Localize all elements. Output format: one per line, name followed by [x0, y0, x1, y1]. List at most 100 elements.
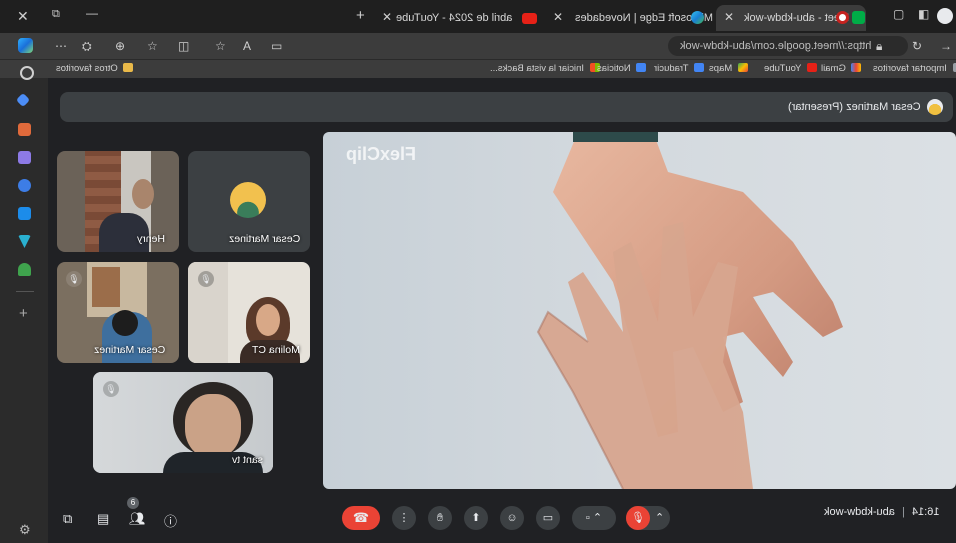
recording-icon — [836, 11, 849, 24]
muted-mic-icon: 🎙︎ — [198, 271, 214, 287]
presenter-bar: Cesar Martinez (Presentar) — [60, 92, 953, 122]
url-field[interactable]: https://meet.google.com/abu-kbdw-wok — [668, 36, 908, 56]
camera-button[interactable]: ▫ ⌃ — [572, 506, 616, 530]
participant-count-badge: 6 — [127, 497, 139, 509]
participant-name: sant tv — [232, 454, 263, 466]
games-icon[interactable] — [18, 151, 31, 164]
meet-icon — [852, 11, 865, 24]
news-icon — [636, 63, 647, 72]
favorite-import[interactable]: Importar favoritos — [873, 63, 956, 74]
translate-icon — [694, 63, 705, 72]
favorite-youtube[interactable]: YouTube — [764, 63, 820, 74]
add-favorite-icon[interactable]: ☆ — [215, 39, 226, 53]
favorite-news[interactable]: Noticias — [597, 63, 649, 74]
favorite-other[interactable]: Otros favoritos — [56, 63, 136, 74]
people-icon[interactable]: 👥︎ — [129, 511, 146, 527]
more-options-button[interactable]: ⋮ — [392, 506, 416, 530]
close-tab-icon[interactable]: ✕ — [724, 10, 734, 24]
profile-avatar-icon[interactable] — [937, 8, 953, 24]
participant-tile[interactable]: 🎙︎ Cesar Martinez — [57, 262, 179, 363]
maps-icon — [737, 63, 748, 72]
presentation-stage[interactable]: FlexClip — [323, 132, 956, 489]
tab-label: (110) 16 de abril de 2024 - YouTube — [396, 12, 516, 24]
lock-icon: 🔒︎ — [876, 39, 883, 53]
participant-tile[interactable]: 🎙︎ Molina CT — [188, 262, 310, 363]
hands-image — [536, 132, 843, 489]
read-aloud-icon[interactable]: A — [243, 39, 251, 53]
collections-icon[interactable]: ⊕ — [115, 39, 125, 53]
participant-name: Molina CT — [252, 344, 300, 356]
reactions-button[interactable]: ☺ — [500, 506, 524, 530]
favorites-list-icon[interactable]: ☆ — [147, 39, 158, 53]
tab-actions-icon[interactable]: ▢ — [893, 7, 904, 21]
video-feed — [112, 310, 138, 336]
tab-edge-news[interactable]: ✕ Microsoft Edge | Novedades — [547, 5, 713, 31]
watermark-text: FlexClip — [345, 144, 416, 164]
end-call-button[interactable]: ☎︎ — [342, 506, 380, 530]
close-tab-icon[interactable]: ✕ — [553, 10, 563, 24]
participant-tile[interactable]: Cesar Martinez — [188, 151, 310, 252]
restore-window-icon[interactable]: ⧉ — [52, 8, 60, 21]
edge-icon — [691, 11, 704, 24]
presenter-label: Cesar Martinez (Presentar) — [788, 101, 921, 113]
mic-muted-icon: 🎙︎ — [626, 506, 650, 530]
microsoft365-icon[interactable] — [18, 179, 31, 192]
search-icon[interactable] — [20, 66, 34, 80]
muted-mic-icon: 🎙︎ — [103, 381, 119, 397]
split-screen-icon[interactable]: ◫ — [178, 39, 189, 53]
favorite-translate[interactable]: Traducir — [654, 63, 707, 74]
participant-name: Cesar Martinez — [93, 344, 165, 356]
workspaces-icon[interactable]: ◧ — [918, 7, 929, 21]
presenter-avatar — [927, 99, 943, 115]
add-sidebar-app-icon[interactable]: + — [19, 305, 28, 322]
chevron-up-icon: ⌃ — [655, 512, 665, 524]
participant-avatar — [230, 182, 266, 218]
video-feed — [132, 179, 154, 209]
mic-button[interactable]: 🎙︎ ⌃ — [626, 506, 670, 530]
refresh-icon[interactable]: ↻ — [912, 39, 922, 53]
participant-tile[interactable]: Henry — [57, 151, 179, 252]
edge-sidebar: + ⚙ — [0, 66, 48, 543]
outlook-icon[interactable] — [18, 207, 31, 220]
video-feed — [185, 394, 241, 458]
minimize-window-icon[interactable]: — — [86, 6, 98, 20]
meeting-details-icon[interactable]: ⓘ — [164, 511, 177, 530]
copilot-icon[interactable] — [18, 38, 33, 53]
activities-icon[interactable]: ⧉ — [63, 511, 72, 527]
chess-icon[interactable] — [18, 263, 31, 276]
youtube-icon — [806, 63, 817, 72]
participant-name: Henry — [136, 233, 165, 245]
close-tab-icon[interactable]: ✕ — [382, 10, 392, 24]
meeting-time: 16:14 — [911, 506, 940, 518]
tab-meet[interactable]: ✕ Meet - abu-kbdw-wok — [716, 5, 866, 31]
more-options-icon[interactable]: ⋯ — [55, 39, 67, 53]
shopping-tag-icon[interactable] — [15, 92, 31, 108]
participant-name: Cesar Martinez — [228, 233, 300, 245]
sidebar-settings-icon[interactable]: ⚙ — [19, 522, 31, 538]
favorite-gmail[interactable]: Gmail — [821, 63, 864, 74]
meeting-info: 16:14 | abu-kbdw-wok — [822, 506, 956, 528]
favorite-maps[interactable]: Maps — [709, 63, 751, 74]
participant-tile[interactable]: 🎙︎ sant tv — [93, 372, 273, 473]
favorite-backstage[interactable]: Iniciar la vista Backs... — [490, 63, 603, 74]
raise-hand-button[interactable]: ✋︎ — [428, 506, 452, 530]
youtube-icon — [522, 13, 537, 24]
browser-tab-bar: ✕ ⧉ — + ✕ (110) 16 de abril de 2024 - Yo… — [0, 0, 956, 33]
app-available-icon[interactable]: ▭ — [271, 39, 282, 53]
present-screen-button[interactable]: ⬆ — [464, 506, 488, 530]
tools-icon[interactable] — [18, 123, 31, 136]
extensions-icon[interactable]: ⛭ — [82, 39, 92, 54]
new-tab-button[interactable]: + — [356, 7, 365, 24]
muted-mic-icon: 🎙︎ — [66, 271, 82, 287]
video-feed — [92, 267, 120, 307]
forward-icon[interactable]: → — [940, 39, 952, 53]
favorites-bar: Otros favoritos Iniciar la vista Backs..… — [0, 59, 956, 79]
designer-icon[interactable] — [18, 235, 31, 248]
sidebar-divider — [16, 291, 34, 292]
tab-label: Meet - abu-kbdw-wok — [744, 12, 850, 24]
chat-icon[interactable]: ▤ — [97, 511, 109, 527]
meeting-separator: | — [901, 506, 905, 518]
captions-button[interactable]: ▭ — [536, 506, 560, 530]
tab-youtube[interactable]: ✕ (110) 16 de abril de 2024 - YouTube — [374, 5, 544, 31]
close-window-icon[interactable]: ✕ — [17, 8, 29, 25]
